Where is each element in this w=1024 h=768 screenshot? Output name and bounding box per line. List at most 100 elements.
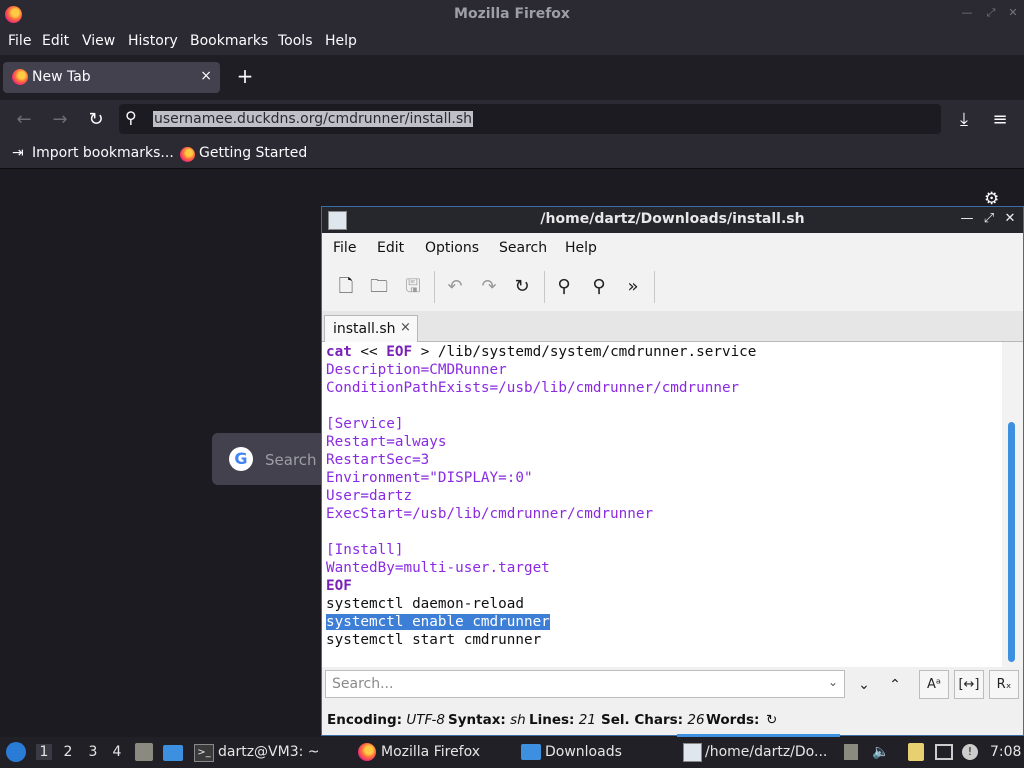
open-folder-icon[interactable]: 🗀	[367, 275, 391, 299]
status-lines: Lines: 21	[529, 712, 596, 728]
menu-help[interactable]: Help	[325, 33, 357, 49]
menu-bookmarks[interactable]: Bookmarks	[190, 33, 268, 49]
menu-tools[interactable]: Tools	[278, 33, 313, 49]
editor-menu-options[interactable]: Options	[425, 240, 479, 256]
search-prev-icon[interactable]: ⌃	[883, 673, 907, 697]
code-line: Description=CMDRunner	[326, 362, 507, 378]
new-tab-button[interactable]: +	[233, 64, 257, 88]
match-case-toggle[interactable]: Aᵃ	[919, 670, 949, 699]
google-icon: G	[229, 447, 253, 471]
code-line: systemctl daemon-reload	[326, 596, 524, 612]
getting-started-favicon-icon	[180, 147, 195, 162]
editor-tab-close-icon[interactable]: ×	[400, 320, 411, 335]
menu-view[interactable]: View	[82, 33, 115, 49]
maximize-icon[interactable]: ⤢	[984, 6, 998, 20]
show-desktop-icon[interactable]	[163, 745, 183, 761]
notification-icon[interactable]: !	[962, 744, 978, 760]
firefox-window-title: Mozilla Firefox	[454, 6, 570, 22]
editor-text-area[interactable]: cat << EOF > /lib/systemd/system/cmdrunn…	[322, 342, 1002, 667]
menu-file[interactable]: File	[8, 33, 31, 49]
save-icon[interactable]: 🖫	[401, 275, 425, 299]
file-manager-launcher-icon[interactable]	[135, 743, 153, 761]
search-next-icon[interactable]: ⌄	[852, 673, 876, 697]
toolbar-separator	[654, 271, 655, 303]
taskbar-item-downloads[interactable]: Downloads	[545, 744, 622, 760]
editor-maximize-icon[interactable]: ⤢	[982, 211, 996, 226]
workspace-3[interactable]: 3	[85, 744, 101, 760]
more-tools-icon[interactable]: »	[621, 275, 645, 299]
taskbar: 1 2 3 4 >_ dartz@VM3: ~ Mozilla Firefox …	[0, 737, 1024, 768]
forward-icon[interactable]: →	[48, 108, 72, 132]
taskbar-editor-icon	[683, 743, 702, 762]
bookmarks-toolbar: ⇥ Import bookmarks... Getting Started	[0, 140, 1024, 169]
selected-code-line: systemctl enable cmdrunner	[326, 614, 550, 630]
start-menu-icon[interactable]	[6, 742, 26, 762]
back-icon[interactable]: ←	[12, 108, 36, 132]
redo-icon[interactable]: ↷	[477, 275, 501, 299]
tab-close-icon[interactable]: ×	[200, 68, 212, 84]
editor-minimize-icon[interactable]: —	[960, 211, 974, 226]
editor-menu-help[interactable]: Help	[565, 240, 597, 256]
active-task-indicator	[677, 734, 840, 737]
workspace-2[interactable]: 2	[60, 744, 76, 760]
clipboard-icon[interactable]	[908, 743, 924, 761]
code-line: ConditionPathExists=/usb/lib/cmdrunner/c…	[326, 380, 740, 396]
network-icon[interactable]	[935, 744, 953, 760]
taskbar-item-editor[interactable]: /home/dartz/Do...	[705, 744, 827, 760]
workspace-1[interactable]: 1	[36, 744, 52, 760]
reload-file-icon[interactable]: ↻	[510, 275, 534, 299]
code-line: Restart=always	[326, 434, 447, 450]
editor-app-icon	[328, 211, 347, 230]
hamburger-menu-icon[interactable]: ≡	[988, 108, 1012, 132]
editor-menu-file[interactable]: File	[333, 240, 356, 256]
editor-tab-install-sh[interactable]: install.sh ×	[324, 315, 418, 342]
downloads-icon[interactable]: ⤓	[952, 108, 976, 132]
find-replace-icon[interactable]: ⚲	[587, 275, 611, 299]
refresh-count-icon[interactable]: ↻	[766, 712, 777, 728]
undo-icon[interactable]: ↶	[443, 275, 467, 299]
editor-scrollbar-thumb[interactable]	[1008, 422, 1015, 662]
status-syntax: Syntax: sh	[448, 712, 526, 728]
search-icon: ⚲	[125, 108, 137, 127]
firefox-logo-icon	[5, 6, 22, 23]
code-line: systemctl start cmdrunner	[326, 632, 542, 648]
workspace-4[interactable]: 4	[109, 744, 125, 760]
editor-titlebar: /home/dartz/Downloads/install.sh	[322, 207, 1023, 233]
volume-icon[interactable]: 🔈	[872, 744, 889, 760]
bookmark-import[interactable]: Import bookmarks...	[32, 145, 174, 161]
editor-menu-edit[interactable]: Edit	[377, 240, 404, 256]
new-file-icon[interactable]: 🗋	[334, 275, 358, 299]
editor-menu-search[interactable]: Search	[499, 240, 547, 256]
taskbar-item-firefox[interactable]: Mozilla Firefox	[381, 744, 480, 760]
regex-toggle[interactable]: Rₓ	[989, 670, 1019, 699]
terminal-icon: >_	[194, 744, 214, 762]
toolbar-separator	[544, 271, 545, 303]
editor-close-icon[interactable]: ✕	[1003, 211, 1017, 226]
chevron-down-icon[interactable]: ⌄	[828, 675, 838, 689]
menu-edit[interactable]: Edit	[42, 33, 69, 49]
code-line: WantedBy=multi-user.target	[326, 560, 550, 576]
minimize-icon[interactable]: —	[960, 6, 974, 20]
taskbar-item-terminal[interactable]: dartz@VM3: ~	[218, 744, 320, 760]
status-words: Words:	[706, 712, 760, 728]
text-editor-window: /home/dartz/Downloads/install.sh — ⤢ ✕ F…	[321, 206, 1024, 736]
close-icon[interactable]: ✕	[1006, 6, 1020, 20]
code-line: User=dartz	[326, 488, 413, 504]
trash-icon[interactable]	[844, 744, 858, 760]
editor-scrollbar[interactable]	[1002, 342, 1023, 667]
import-icon: ⇥	[12, 145, 24, 161]
find-icon[interactable]: ⚲	[552, 275, 576, 299]
menu-history[interactable]: History	[128, 33, 178, 49]
code-line: RestartSec=3	[326, 452, 430, 468]
clock[interactable]: 7:08	[990, 744, 1021, 760]
bookmark-getting-started[interactable]: Getting Started	[199, 145, 307, 161]
tab-new-tab[interactable]: New Tab ×	[3, 62, 220, 93]
url-text[interactable]: usernamee.duckdns.org/cmdrunner/install.…	[153, 111, 474, 127]
editor-search-input[interactable]: Search... ⌄	[325, 670, 845, 698]
code-block: cat << EOF > /lib/systemd/system/cmdrunn…	[326, 343, 756, 649]
reload-icon[interactable]: ↻	[84, 108, 108, 132]
editor-tab-label: install.sh	[333, 321, 396, 337]
whole-word-toggle[interactable]: [↔]	[954, 670, 984, 699]
